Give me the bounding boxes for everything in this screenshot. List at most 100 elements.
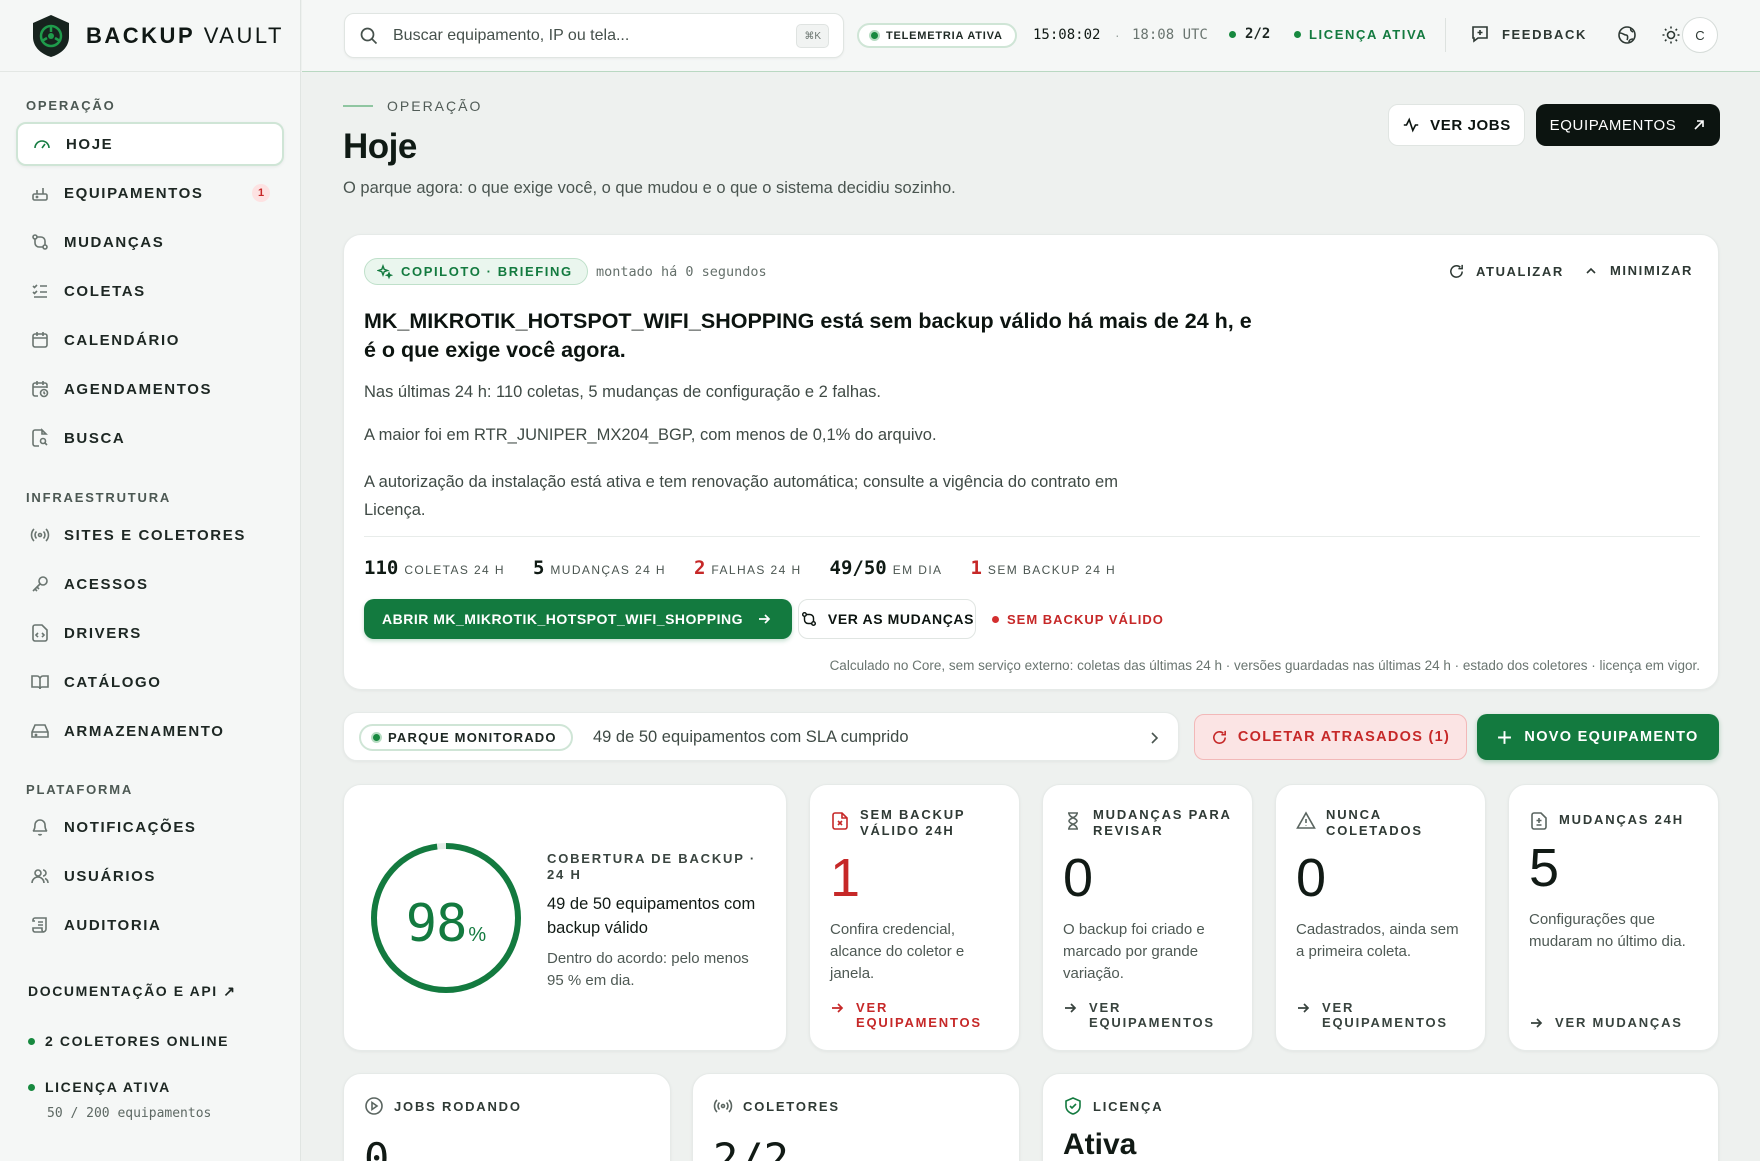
sidebar-item-catalogo[interactable]: CATÁLOGO — [16, 660, 284, 704]
docs-api-link[interactable]: DOCUMENTAÇÃO E API ↗ — [28, 983, 237, 1000]
briefing-paragraph-3: A autorização da instalação está ativa e… — [364, 473, 1118, 519]
minimize-label: MINIMIZAR — [1610, 263, 1693, 278]
open-device-button[interactable]: ABRIR MK_MIKROTIK_HOTSPOT_WIFI_SHOPPING — [364, 599, 792, 639]
kpi-value: 0 — [1296, 848, 1327, 908]
collectors-card[interactable]: COLETORES 2/2 — [692, 1073, 1020, 1161]
stat-coletas: 110 COLETAS 24 H — [364, 557, 505, 579]
search-input[interactable]: Buscar equipamento, IP ou tela... — [393, 27, 629, 45]
sidebar-section-plataforma: PLATAFORMA — [26, 782, 134, 797]
sidebar-item-equipamentos[interactable]: EQUIPAMENTOS 1 — [16, 171, 284, 215]
kpi-description: Configurações que mudaram no último dia. — [1529, 911, 1686, 950]
kpi-link-ver-equipamentos[interactable]: VER EQUIPAMENTOS — [830, 1000, 986, 1030]
refresh-icon — [1212, 730, 1226, 744]
kpi-link-ver-equipamentos[interactable]: VER EQUIPAMENTOS — [1063, 1000, 1219, 1030]
collectors-count: 2/2 — [1245, 26, 1271, 42]
kpi-value: 0 — [1063, 848, 1094, 908]
sidebar-item-coletas[interactable]: COLETAS — [16, 269, 284, 313]
no-valid-backup-status: SEM BACKUP VÁLIDO — [992, 612, 1164, 627]
feedback-button[interactable]: FEEDBACK — [1470, 24, 1587, 44]
list-checks-icon — [32, 284, 47, 298]
brand[interactable]: BACKUP VAULT — [0, 0, 300, 72]
sidebar-item-calendario[interactable]: CALENDÁRIO — [16, 318, 284, 362]
sidebar-item-mudancas[interactable]: MUDANÇAS — [16, 220, 284, 264]
eyebrow-label: OPERAÇÃO — [387, 98, 483, 114]
jobs-running-card[interactable]: JOBS RODANDO 0 — [343, 1073, 671, 1161]
kpi-link-ver-mudancas[interactable]: VER MUDANÇAS — [1529, 1015, 1683, 1030]
sidebar-item-label: COLETAS — [64, 282, 146, 300]
radio-icon — [713, 1099, 733, 1113]
stat-em-dia: 49/50 EM DIA — [830, 557, 943, 579]
sidebar-item-sites-coletores[interactable]: SITES E COLETORES — [16, 513, 284, 557]
sidebar-item-usuarios[interactable]: USUÁRIOS — [16, 854, 284, 898]
collectors-indicator[interactable]: 2/2 — [1229, 26, 1270, 42]
brand-logo-icon — [33, 14, 69, 57]
sidebar-item-acessos[interactable]: ACESSOS — [16, 562, 284, 606]
sun-icon — [1662, 26, 1680, 44]
arrow-up-right-icon — [1694, 120, 1705, 130]
utc-time: 18:08 UTC — [1132, 27, 1208, 43]
sidebar-item-label: ACESSOS — [64, 575, 149, 593]
hourglass-icon — [1068, 812, 1078, 830]
collectors-card-title: COLETORES — [743, 1099, 840, 1114]
global-search[interactable]: Buscar equipamento, IP ou tela... ⌘K — [344, 13, 844, 58]
license-indicator[interactable]: LICENÇA ATIVA — [1294, 27, 1427, 42]
view-changes-label: VER AS MUDANÇAS — [827, 611, 975, 627]
topbar-divider — [1445, 18, 1446, 52]
view-changes-button[interactable]: VER AS MUDANÇAS — [798, 599, 976, 639]
kpi-card-mudancas-revisar[interactable]: MUDANÇAS PARA REVISAR 0 O backup foi cri… — [1042, 784, 1253, 1051]
sidebar-item-label: SITES E COLETORES — [64, 526, 246, 544]
file-code-icon — [32, 624, 48, 642]
refresh-button[interactable]: ATUALIZAR — [1448, 263, 1564, 280]
sidebar-section-infraestrutura: INFRAESTRUTURA — [26, 490, 172, 505]
stat-value: 2 — [693, 557, 706, 579]
sla-summary: 49 de 50 equipamentos com SLA cumprido — [593, 728, 909, 746]
equipment-button[interactable]: EQUIPAMENTOS — [1536, 104, 1720, 146]
stat-falhas: 2 FALHAS 24 H — [694, 557, 802, 579]
file-diff-icon — [1531, 812, 1547, 830]
kpi-link-ver-equipamentos[interactable]: VER EQUIPAMENTOS — [1296, 1000, 1452, 1030]
collect-late-button[interactable]: COLETAR ATRASADOS (1) — [1194, 714, 1467, 760]
arrow-right-icon — [1298, 1003, 1310, 1013]
sidebar-item-auditoria[interactable]: AUDITORIA — [16, 903, 284, 947]
sidebar-item-agendamentos[interactable]: AGENDAMENTOS — [16, 367, 284, 411]
status-dot — [1294, 31, 1301, 38]
bell-icon — [32, 819, 48, 836]
kpi-title: NUNCA COLETADOS — [1326, 807, 1423, 838]
sidebar-item-hoje[interactable]: HOJE — [16, 122, 284, 166]
file-search-icon — [32, 428, 48, 447]
kpi-link-label: VER EQUIPAMENTOS — [1322, 1000, 1448, 1030]
new-equipment-button[interactable]: NOVO EQUIPAMENTO — [1477, 714, 1719, 760]
equipment-alert-badge: 1 — [252, 184, 270, 202]
user-avatar[interactable]: C — [1682, 17, 1718, 53]
kpi-description: Cadastrados, ainda sem a primeira coleta… — [1296, 921, 1459, 960]
kpi-card-nunca-coletados[interactable]: NUNCA COLETADOS 0 Cadastrados, ainda sem… — [1275, 784, 1486, 1051]
sidebar-item-busca[interactable]: BUSCA — [16, 416, 284, 460]
arrow-right-icon — [1065, 1003, 1077, 1013]
minimize-button[interactable]: MINIMIZAR — [1584, 263, 1693, 278]
eyebrow-line — [343, 105, 373, 107]
kpi-card-sem-backup[interactable]: SEM BACKUP VÁLIDO 24H 1 Confira credenci… — [809, 784, 1020, 1051]
telemetry-badge[interactable]: TELEMETRIA ATIVA — [857, 23, 1017, 48]
sidebar-item-notificacoes[interactable]: NOTIFICAÇÕES — [16, 805, 284, 849]
sidebar-item-armazenamento[interactable]: ARMAZENAMENTO — [16, 709, 284, 753]
briefing-tag-label: COPILOTO · BRIEFING — [401, 264, 573, 279]
status-dot — [1229, 30, 1236, 38]
sidebar-item-label: HOJE — [66, 135, 114, 153]
monitored-fleet-bar[interactable]: PARQUE MONITORADO 49 de 50 equipamentos … — [343, 712, 1179, 761]
play-circle-icon — [365, 1097, 383, 1115]
backup-coverage-card[interactable]: 98% COBERTURA DE BACKUP · 24 H 49 de 50 … — [343, 784, 787, 1051]
sidebar-item-label: AGENDAMENTOS — [64, 380, 213, 398]
license-card[interactable]: LICENÇA Ativa — [1042, 1073, 1719, 1161]
page-title: Hoje — [343, 127, 417, 166]
kpi-title: MUDANÇAS 24H — [1559, 812, 1684, 827]
sidebar-item-drivers[interactable]: DRIVERS — [16, 611, 284, 655]
kpi-card-mudancas-24h[interactable]: MUDANÇAS 24H 5 Configurações que mudaram… — [1508, 784, 1719, 1051]
view-jobs-button[interactable]: VER JOBS — [1388, 104, 1525, 146]
monitored-fleet-label: PARQUE MONITORADO — [388, 730, 557, 745]
new-equipment-label: NOVO EQUIPAMENTO — [1524, 729, 1699, 745]
kpi-value: 5 — [1529, 838, 1560, 898]
scroll-icon — [32, 917, 47, 933]
kpi-title: MUDANÇAS PARA REVISAR — [1093, 807, 1232, 838]
collectors-online-status: 2 COLETORES ONLINE — [28, 1033, 229, 1049]
language-button[interactable] — [1609, 17, 1645, 53]
